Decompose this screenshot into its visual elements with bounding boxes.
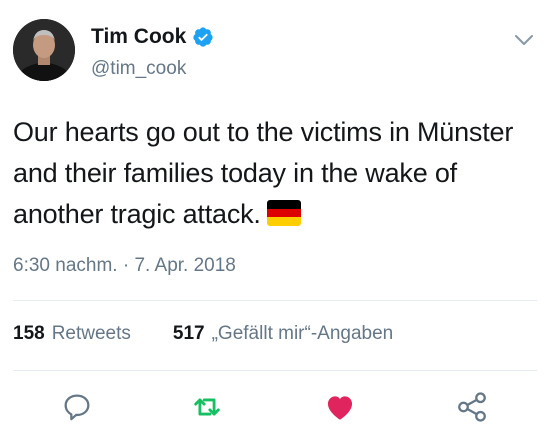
divider [13,370,537,371]
tweet-stats: 158 Retweets 517 „Gefällt mir“-Angaben [13,323,435,345]
retweets-count: 158 [13,323,45,344]
retweets-label: Retweets [51,323,131,344]
heart-icon[interactable] [323,390,357,424]
germany-flag-icon [266,200,301,226]
tweet-timestamp[interactable]: 6:30 nachm. · 7. Apr. 2018 [13,255,236,277]
author-name[interactable]: Tim Cook [91,25,186,49]
reply-icon[interactable] [60,390,94,424]
retweets-stat[interactable]: 158 Retweets [13,323,131,345]
author-handle[interactable]: @tim_cook [91,58,186,80]
likes-label: „Gefällt mir“-Angaben [211,323,394,344]
likes-count: 517 [172,323,205,344]
avatar[interactable] [13,19,75,81]
tweet-text: Our hearts go out to the victims in Müns… [13,112,543,235]
tweet-actions [0,390,550,426]
retweet-icon[interactable] [190,390,224,424]
verified-badge-icon [192,26,214,48]
tweet-body: Our hearts go out to the victims in Müns… [13,117,514,229]
likes-stat[interactable]: 517 „Gefällt mir“-Angaben [173,323,393,345]
author-name-row[interactable]: Tim Cook [91,25,214,49]
divider [13,300,537,301]
share-icon[interactable] [455,390,489,424]
chevron-down-icon[interactable] [512,28,536,52]
